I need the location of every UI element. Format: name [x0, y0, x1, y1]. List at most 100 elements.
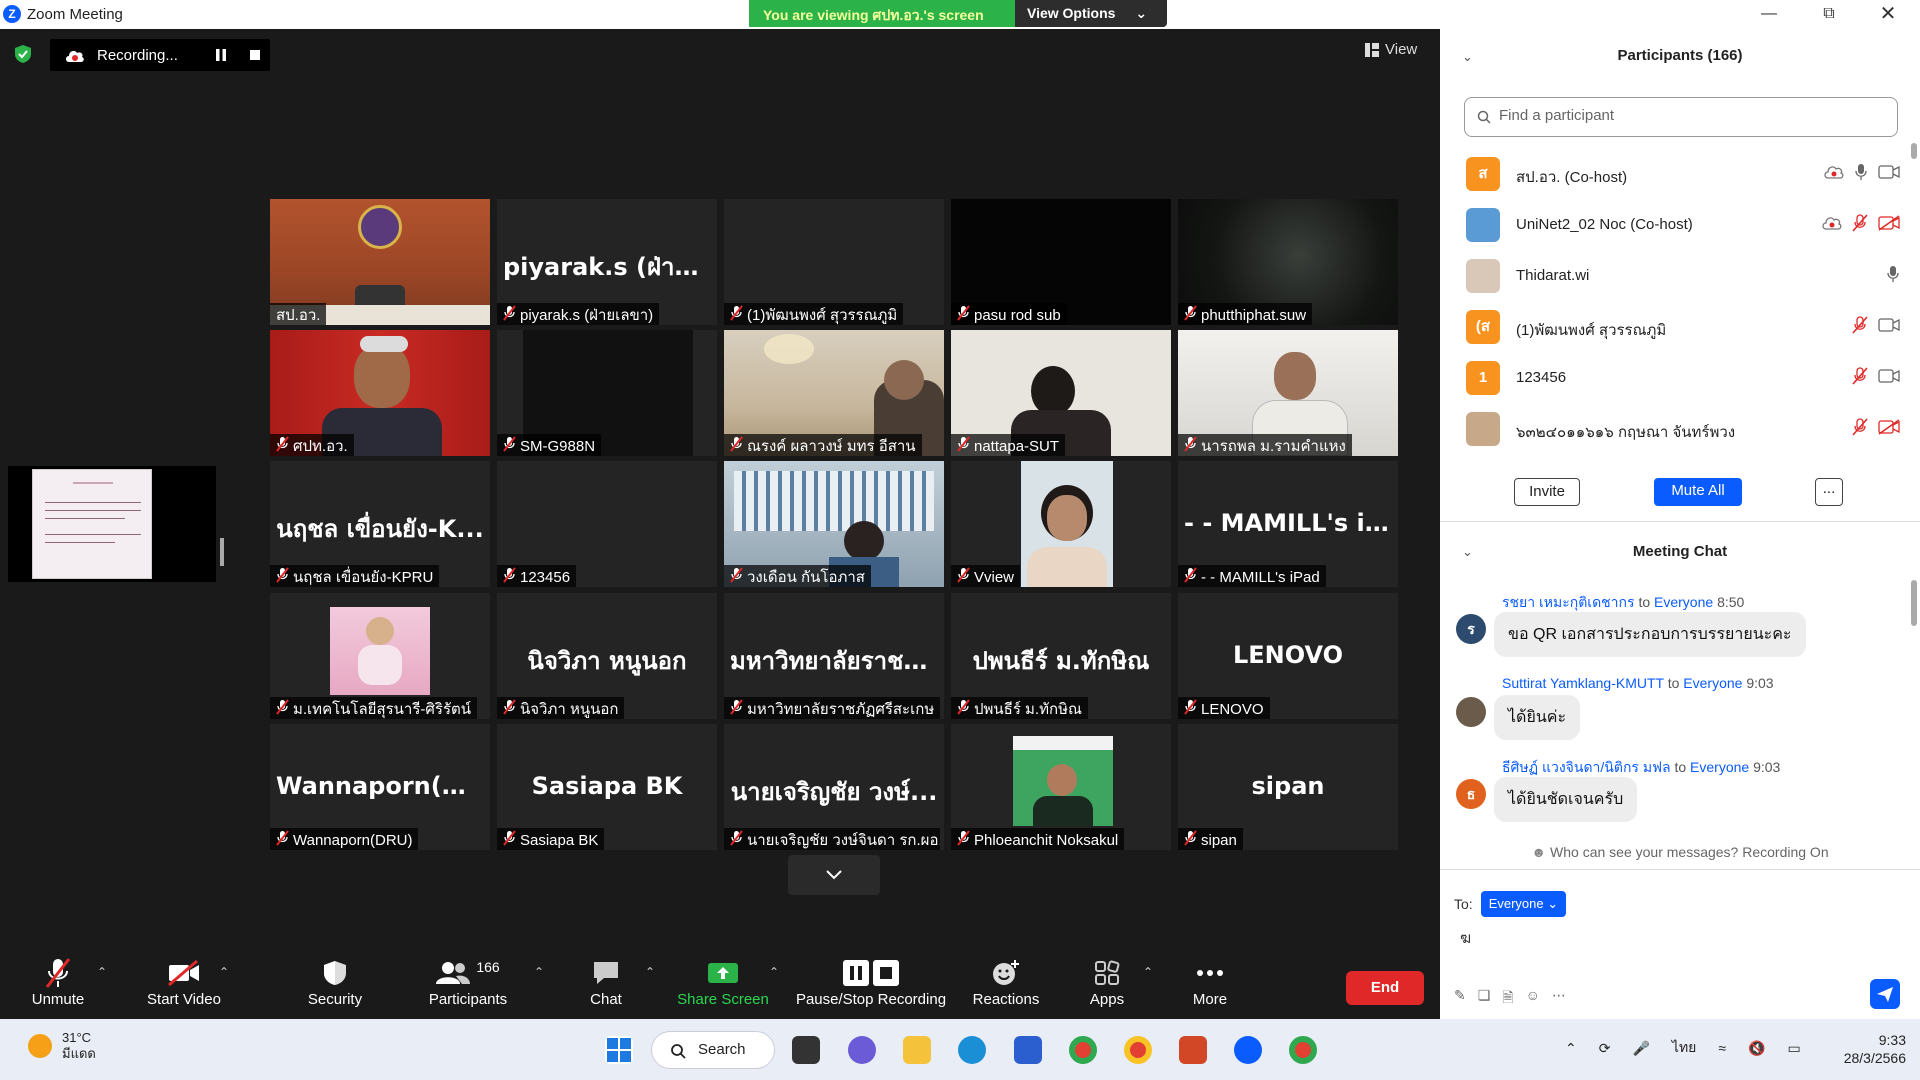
taskbar-search[interactable]: Search [651, 1031, 775, 1069]
video-tile[interactable]: - - MAMILL's i... - - MAMILL's iPad [1178, 461, 1398, 587]
video-on-icon[interactable] [1878, 318, 1900, 337]
chrome-icon[interactable] [1069, 1036, 1097, 1064]
sync-icon[interactable]: ⟳ [1599, 1040, 1611, 1057]
format-icon[interactable]: ✎ [1454, 987, 1466, 1011]
mute-all-button[interactable]: Mute All [1654, 478, 1742, 506]
video-tile[interactable]: นิจวิภา หนูนอก นิจวิภา หนูนอก [497, 593, 717, 719]
minimize-icon[interactable]: — [1749, 3, 1789, 25]
chat-bubble[interactable]: ได้ยินชัดเจนครับ [1494, 777, 1638, 822]
mic-muted-icon[interactable] [1852, 418, 1868, 441]
video-tile[interactable]: นารถพล ม.รามคำแหง [1178, 330, 1398, 456]
chat-button[interactable]: Chat [584, 955, 628, 1008]
video-tile[interactable]: sipan sipan [1178, 724, 1398, 850]
video-on-icon[interactable] [1878, 165, 1900, 184]
taskbar-clock[interactable]: 9:33 28/3/2566 [1810, 1031, 1906, 1067]
video-off-icon[interactable] [1878, 215, 1900, 236]
video-options-caret[interactable]: ⌃ [219, 965, 229, 979]
more-button[interactable]: More [1190, 955, 1230, 1008]
video-tile[interactable]: ม.เทคโนโลยีสุรนารี-ศิริรัตน์ [270, 593, 490, 719]
start-video-button[interactable]: Start Video [130, 955, 238, 1008]
emoji-icon[interactable]: ☺ [1526, 987, 1540, 1011]
video-tile[interactable]: ณรงค์ ผลาวงษ์ มทร อีสาน [724, 330, 944, 456]
mic-on-icon[interactable] [1854, 163, 1868, 186]
screenshot-icon[interactable]: ❏ [1478, 987, 1491, 1011]
video-tile[interactable]: piyarak.s (ฝ่ายเล... piyarak.s (ฝ่ายเลขา) [497, 199, 717, 325]
video-tile[interactable]: Wannaporn(DRU) Wannaporn(DRU) [270, 724, 490, 850]
chrome-profile-icon[interactable] [1124, 1036, 1152, 1064]
video-tile[interactable]: Vview [951, 461, 1171, 587]
recipient-dropdown[interactable]: Everyone ⌄ [1480, 891, 1567, 917]
participant-row[interactable]: (ส (1)พัฒนพงศ์ สุวรรณภูมิ [1440, 301, 1910, 352]
video-tile[interactable]: (1)พัฒนพงศ์ สุวรรณภูมิ [724, 199, 944, 325]
cloud-record-icon[interactable] [1822, 216, 1842, 235]
chat-scrollbar[interactable] [1911, 580, 1917, 626]
message-visibility-notice[interactable]: ☻ Who can see your messages? Recording O… [1440, 844, 1920, 860]
pause-icon[interactable] [215, 49, 227, 61]
chat-bubble[interactable]: ได้ยินค่ะ [1494, 695, 1581, 740]
weather-widget[interactable]: 31°C มีแดด [28, 1030, 96, 1062]
participant-row[interactable]: 1 123456 [1440, 352, 1910, 403]
video-tile[interactable]: ศปท.อว. [270, 330, 490, 456]
participant-list-scrollbar[interactable] [1911, 143, 1917, 159]
apps-button[interactable]: Apps [1088, 955, 1126, 1008]
cloud-record-icon[interactable] [1824, 165, 1844, 184]
participant-row[interactable]: ส สป.อว. (Co-host) [1440, 148, 1910, 199]
restore-icon[interactable]: ⧉ [1809, 3, 1849, 25]
close-icon[interactable]: ✕ [1868, 3, 1908, 25]
input-language[interactable]: ไทย [1672, 1037, 1696, 1059]
microphone-icon[interactable]: 🎤 [1632, 1040, 1649, 1057]
video-tile[interactable]: มหาวิทยาลัยราชภั... มหาวิทยาลัยราชภัฏศรีส… [724, 593, 944, 719]
chat-bubble[interactable]: ขอ QR เอกสารประกอบการบรรยายนะคะ [1494, 612, 1806, 657]
unmute-options-caret[interactable]: ⌃ [97, 965, 107, 979]
mic-muted-icon[interactable] [1852, 316, 1868, 339]
zoom-taskbar-icon[interactable] [1234, 1036, 1262, 1064]
video-tile[interactable]: สป.อว. [270, 199, 490, 325]
shared-screen-thumbnail[interactable] [8, 466, 216, 582]
send-button[interactable] [1870, 979, 1900, 1009]
file-icon[interactable]: 🗎 [1502, 987, 1513, 1011]
video-tile[interactable]: 123456 [497, 461, 717, 587]
video-tile[interactable]: นายเจริญชัย วงษ์... นายเจริญชัย วงษ์จินดา… [724, 724, 944, 850]
video-tile[interactable]: Sasiapa BK Sasiapa BK [497, 724, 717, 850]
wifi-icon[interactable]: ≈ [1718, 1040, 1726, 1056]
pause-stop-recording-button[interactable]: Pause/Stop Recording [794, 955, 948, 1008]
video-on-icon[interactable] [1878, 369, 1900, 388]
mic-muted-icon[interactable] [1852, 367, 1868, 390]
participant-row[interactable]: ๖๓๒๔๐๑๑๖๑๖ กฤษณา จันทร์พวง [1440, 403, 1910, 454]
participant-row[interactable]: UniNet2_02 Noc (Co-host) [1440, 199, 1910, 250]
video-tile[interactable]: nattapa-SUT [951, 330, 1171, 456]
participant-search-input[interactable]: Find a participant [1464, 97, 1898, 137]
file-explorer-icon[interactable] [903, 1036, 931, 1064]
panel-splitter-handle[interactable] [220, 538, 224, 566]
participant-row[interactable]: Thidarat.wi [1440, 250, 1910, 301]
share-screen-button[interactable]: Share Screen [676, 955, 770, 1008]
invite-button[interactable]: Invite [1514, 478, 1580, 506]
video-tile[interactable]: วงเดือน กันโอภาส [724, 461, 944, 587]
video-tile[interactable]: pasu rod sub [951, 199, 1171, 325]
mic-on-icon[interactable] [1886, 265, 1900, 288]
more-dots-icon[interactable]: ⋯ [1552, 987, 1566, 1011]
video-tile[interactable]: Phloeanchit Noksakul [951, 724, 1171, 850]
apps-options-caret[interactable]: ⌃ [1143, 965, 1153, 979]
video-off-icon[interactable] [1878, 419, 1900, 440]
chat-message-input[interactable]: ฆ [1460, 926, 1471, 950]
unmute-button[interactable]: Unmute [22, 955, 94, 1008]
volume-muted-icon[interactable]: 🔇 [1748, 1040, 1765, 1057]
end-meeting-button[interactable]: End [1346, 971, 1424, 1005]
start-icon[interactable] [605, 1036, 633, 1064]
video-tile[interactable]: ปพนธีร์ ม.ทักษิณ ปพนธีร์ ม.ทักษิณ [951, 593, 1171, 719]
scroll-down-button[interactable] [788, 855, 880, 895]
view-options-button[interactable]: View Options ⌄ [1015, 0, 1167, 27]
view-button[interactable]: View [1365, 41, 1417, 58]
reactions-button[interactable]: Reactions [970, 955, 1042, 1008]
video-tile[interactable]: phutthiphat.suw [1178, 199, 1398, 325]
participants-options-caret[interactable]: ⌃ [534, 965, 544, 979]
chevron-up-icon[interactable]: ⌃ [1565, 1040, 1577, 1057]
security-button[interactable]: Security [298, 955, 372, 1008]
store-icon[interactable] [1014, 1036, 1042, 1064]
participants-more-button[interactable]: ... [1815, 478, 1843, 506]
video-tile[interactable]: นฤชล เขื่อนยัง-K... นฤชล เขื่อนยัง-KPRU [270, 461, 490, 587]
battery-icon[interactable]: ▭ [1788, 1040, 1801, 1057]
task-view-icon[interactable] [792, 1036, 820, 1064]
powerpoint-icon[interactable] [1179, 1036, 1207, 1064]
